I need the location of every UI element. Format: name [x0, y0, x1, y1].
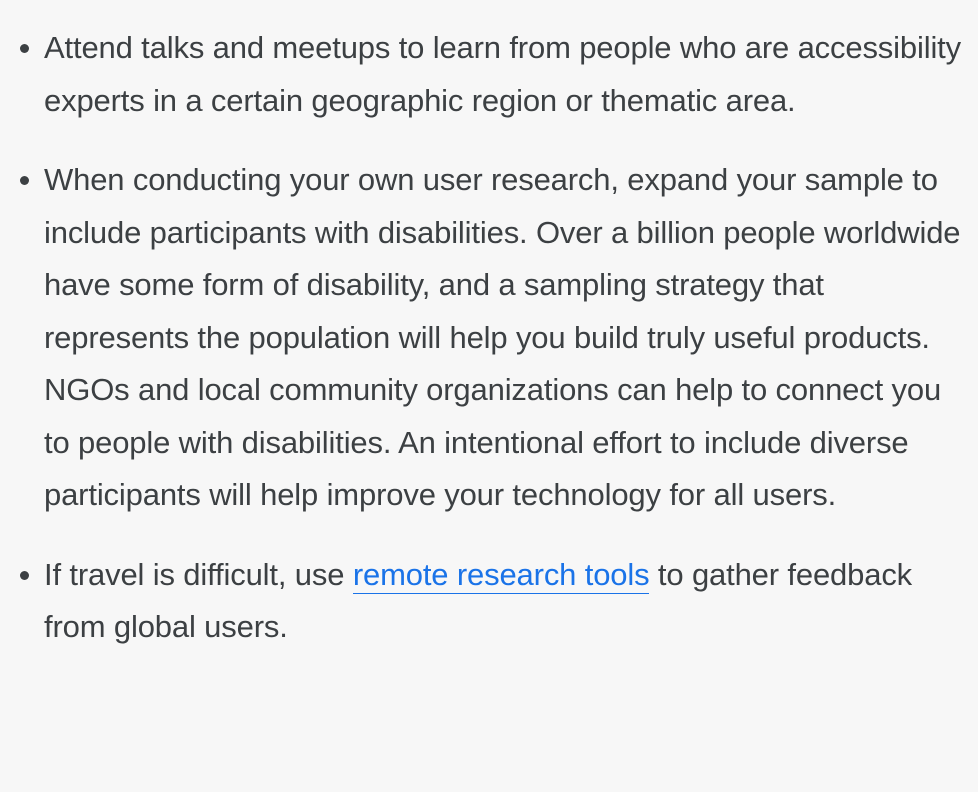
- bullet-list: Attend talks and meetups to learn from p…: [0, 0, 978, 654]
- list-item: When conducting your own user research, …: [20, 154, 978, 522]
- bullet-icon: [20, 44, 29, 53]
- remote-research-tools-link[interactable]: remote research tools: [352, 556, 650, 594]
- bullet-icon: [20, 570, 29, 580]
- bullet-icon: [20, 176, 29, 185]
- list-item-text-before-link: If travel is difficult, use: [44, 556, 353, 592]
- list-item: Attend talks and meetups to learn from p…: [20, 22, 978, 127]
- list-item-text: Attend talks and meetups to learn from p…: [44, 30, 961, 118]
- list-item: If travel is difficult, use remote resea…: [20, 549, 978, 654]
- article-content: Attend talks and meetups to learn from p…: [0, 0, 978, 792]
- list-item-text: When conducting your own user research, …: [44, 162, 961, 512]
